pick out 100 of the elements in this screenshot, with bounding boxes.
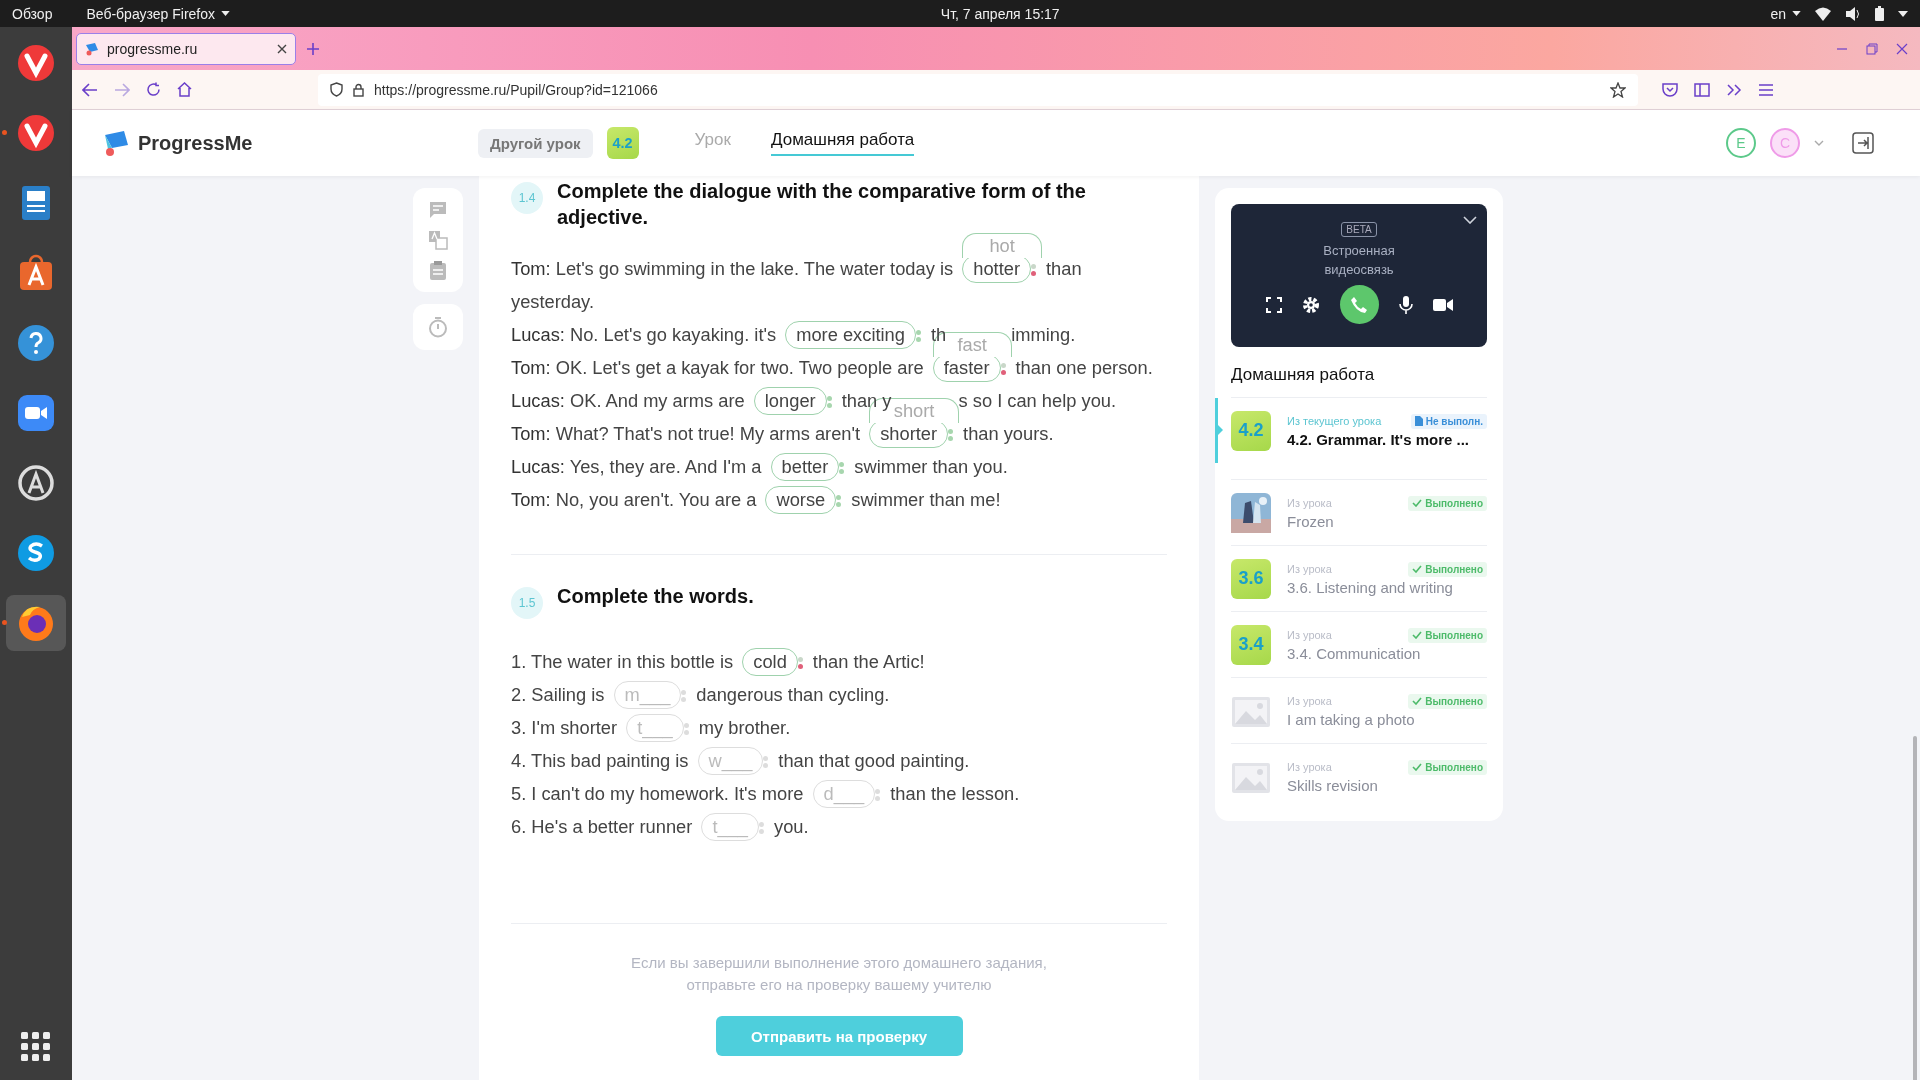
speaker-name: Tom: <box>511 357 551 378</box>
status-badge: Выполнено <box>1408 561 1487 577</box>
sidebar-icon[interactable] <box>1694 82 1710 97</box>
speaker-name: Lucas: <box>511 390 565 411</box>
pocket-icon[interactable] <box>1662 82 1678 97</box>
browser-icon[interactable] <box>16 113 56 153</box>
app-grid-icon[interactable] <box>21 1032 51 1062</box>
sentence-text: 4. This bad painting is <box>511 750 689 771</box>
sentence-text: Yes, they are. And I'm a <box>569 456 762 477</box>
address-bar[interactable]: https://progressme.ru/Pupil/Group?id=121066 <box>318 73 1638 106</box>
status-dots <box>759 822 764 835</box>
clipboard-icon[interactable] <box>429 260 447 280</box>
new-tab-icon[interactable] <box>306 41 320 56</box>
speaker-name: Lucas: <box>511 456 565 477</box>
video-camera-icon[interactable] <box>16 393 56 433</box>
submit-note: Если вы завершили выполнение этого домашнего задания, отправьте его на проверку вашему учителю <box>630 953 1048 995</box>
other-lesson-button[interactable]: Другой урок <box>478 128 593 158</box>
help-icon[interactable] <box>16 323 56 363</box>
menu-icon[interactable] <box>1758 82 1774 97</box>
sentence-text: s so I can help you. <box>958 390 1117 411</box>
hint-text: hot <box>962 233 1042 258</box>
browser-icon[interactable] <box>16 43 56 83</box>
lesson-title: 3.4. Communication <box>1287 644 1422 662</box>
sentence-text: 2. Sailing is <box>511 684 605 705</box>
restore-icon[interactable] <box>1866 42 1878 55</box>
lesson-thumbnail: 4.2 <box>1231 410 1271 451</box>
lesson-thumbnail: 3.4 <box>1231 624 1271 665</box>
speaker-name: Lucas: <box>511 324 565 345</box>
exercise-number: 1.4 <box>511 182 543 214</box>
sentence-text: imming. <box>1011 324 1076 345</box>
volume-icon[interactable] <box>1845 6 1861 21</box>
source-label: Из урока <box>1287 629 1332 641</box>
sentence-text: dangerous than cycling. <box>696 684 890 705</box>
microphone-icon[interactable] <box>1398 295 1413 314</box>
caret-icon[interactable] <box>1792 11 1801 16</box>
update-icon[interactable] <box>16 463 56 503</box>
home-icon[interactable] <box>177 82 192 97</box>
caret-icon[interactable] <box>221 11 231 16</box>
sentence-text: 5. I can't do my homework. It's more <box>511 783 804 804</box>
caret-icon[interactable] <box>1898 10 1908 17</box>
sentence-text: th <box>930 324 947 345</box>
lesson-title: Frozen <box>1287 512 1335 530</box>
nav-tab[interactable]: Домашняя работа <box>770 130 915 156</box>
sentence-text: 6. He's a better runner <box>511 816 693 837</box>
source-label: Из урока <box>1287 761 1332 773</box>
chevron-down-icon[interactable] <box>1463 216 1477 224</box>
lock-icon <box>353 82 364 97</box>
video-call-title: Встроенная видеосвязь <box>1322 242 1396 279</box>
sentence-text: than yours. <box>963 423 1054 444</box>
fullscreen-icon[interactable] <box>1265 296 1282 313</box>
reload-icon[interactable] <box>146 82 161 97</box>
logout-icon[interactable] <box>1852 132 1874 154</box>
status-badge: Выполнено <box>1408 495 1487 511</box>
sentence-text: than the lesson. <box>890 783 1020 804</box>
status-dots <box>683 723 689 736</box>
brand-name: ProgressMe <box>138 131 253 155</box>
bookmark-star-icon[interactable] <box>1610 81 1626 98</box>
clock-text[interactable]: Чт, 7 апреля 15:17 <box>940 5 1060 22</box>
exercise-number: 1.5 <box>511 587 543 619</box>
close-icon[interactable] <box>277 43 287 54</box>
battery-icon[interactable] <box>1875 6 1884 21</box>
status-dots <box>763 756 769 769</box>
homework-title: Домашняя работа <box>1231 365 1376 385</box>
more-tools-icon[interactable] <box>1726 82 1742 97</box>
sentence-text: my brother. <box>698 717 791 738</box>
logo-icon <box>102 129 130 157</box>
shield-icon <box>330 82 343 97</box>
status-badge: Не выполн. <box>1410 413 1487 429</box>
skype-icon[interactable] <box>16 533 56 573</box>
close-icon[interactable] <box>1896 42 1908 55</box>
sentence-text: than one person. <box>1015 357 1153 378</box>
sentence-text: swimmer than me! <box>851 489 1001 510</box>
lesson-title: I am taking a photo <box>1287 710 1416 728</box>
wifi-icon[interactable] <box>1815 6 1831 21</box>
back-icon[interactable] <box>82 82 98 97</box>
browser-tab[interactable]: progressme.ru <box>76 32 296 65</box>
status-badge: Выполнено <box>1408 627 1487 643</box>
sentence-text: than that good painting. <box>778 750 970 771</box>
sentence-text: than <box>1045 258 1082 279</box>
call-button[interactable] <box>1339 285 1379 324</box>
scrollbar[interactable] <box>1913 736 1917 1080</box>
status-badge: Выполнено <box>1408 693 1487 709</box>
video-camera-icon[interactable] <box>1432 297 1453 312</box>
source-label: Из текущего урока <box>1287 415 1382 427</box>
sentence-text: OK. And my arms are <box>569 390 745 411</box>
exercise-title: Complete the dialogue with the comparative form of the adjective. <box>557 179 1087 230</box>
source-label: Из урока <box>1287 695 1332 707</box>
settings-icon[interactable] <box>1301 295 1320 314</box>
lesson-title: Skills revision <box>1287 776 1379 794</box>
speaker-name: Tom: <box>511 489 551 510</box>
speaker-name: Tom: <box>511 423 551 444</box>
lesson-title: 4.2. Grammar. It's more ... <box>1287 430 1470 448</box>
lesson-title: 3.6. Listening and writing <box>1287 578 1454 596</box>
lesson-thumbnail: 3.6 <box>1231 558 1271 599</box>
sentence-text: you. <box>774 816 809 837</box>
sentence-text: OK. Let's get a kayak for two. Two people are <box>555 357 924 378</box>
app-menu[interactable]: Веб-браузер Firefox <box>86 5 216 22</box>
sentence-text: Let's go swimming in the lake. The water today is <box>555 258 954 279</box>
language-indicator[interactable]: en <box>1770 5 1786 22</box>
activities-button[interactable]: Обзор <box>12 5 53 22</box>
